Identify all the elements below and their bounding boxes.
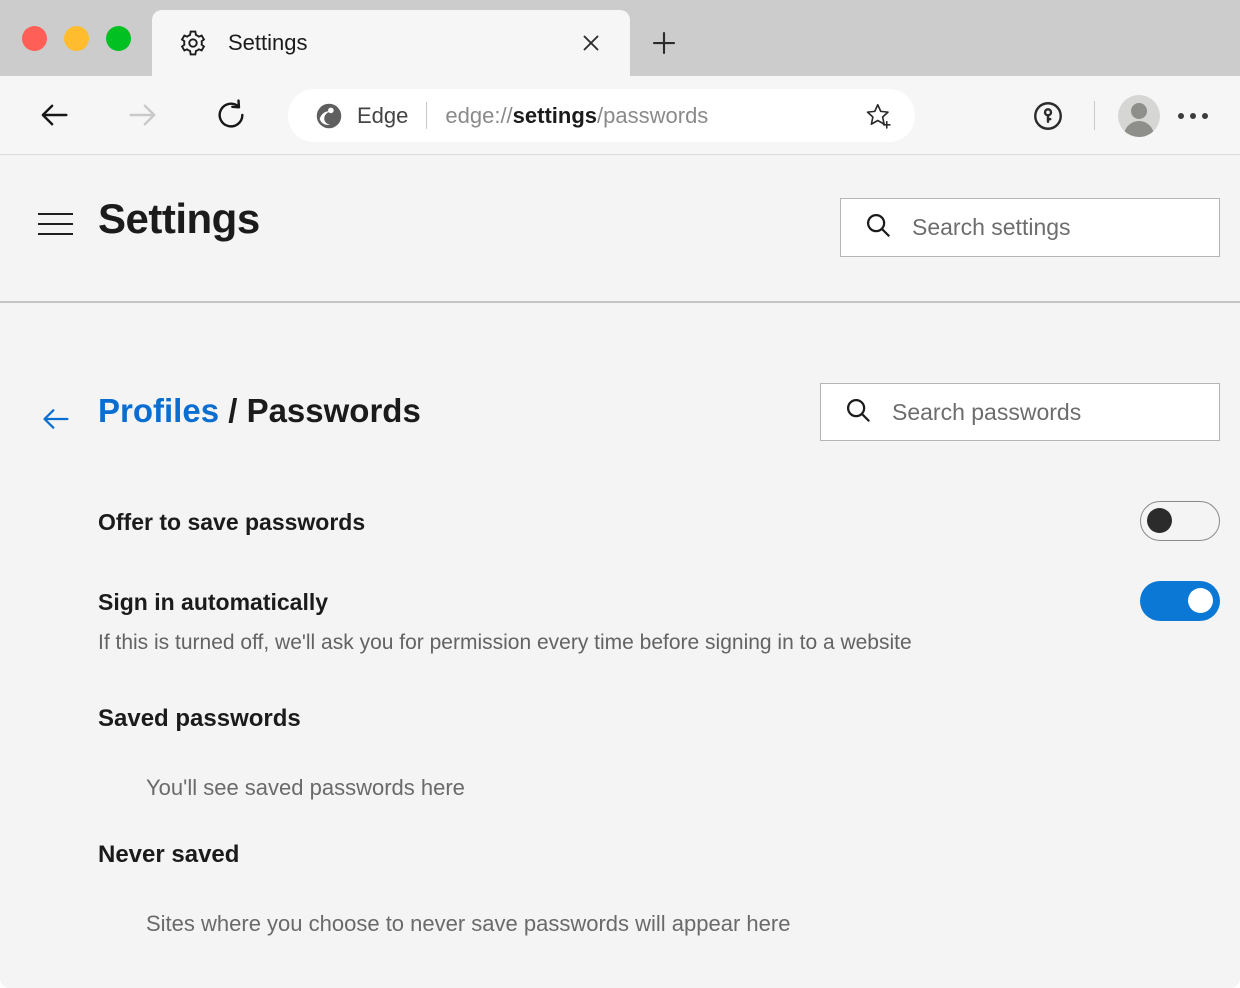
url-text: edge://settings/passwords bbox=[445, 103, 861, 129]
search-passwords-placeholder: Search passwords bbox=[892, 398, 1082, 425]
section-heading-saved-passwords: Saved passwords bbox=[98, 705, 301, 732]
omnibox-brand-label: Edge bbox=[357, 102, 409, 128]
hamburger-icon[interactable] bbox=[38, 209, 73, 239]
section-heading-never-saved: Never saved bbox=[98, 841, 240, 868]
toggle-sign-in-automatically[interactable] bbox=[1140, 581, 1220, 621]
setting-label-offer-to-save: Offer to save passwords bbox=[98, 509, 366, 535]
hamburger-line-1 bbox=[38, 213, 73, 215]
settings-header: Settings Search settings bbox=[0, 156, 1240, 303]
url-host: settings bbox=[512, 102, 598, 128]
omnibox-divider bbox=[426, 102, 428, 129]
search-icon bbox=[843, 395, 873, 430]
search-passwords-input[interactable]: Search passwords bbox=[820, 383, 1220, 441]
gear-icon bbox=[178, 28, 208, 58]
reload-button[interactable] bbox=[205, 89, 257, 141]
section-never-saved: Never saved Sites where you choose to ne… bbox=[0, 841, 1240, 951]
tab-title: Settings bbox=[228, 30, 308, 55]
breadcrumb-parent-link[interactable]: Profiles bbox=[98, 392, 219, 429]
ellipsis-dot-2 bbox=[1190, 112, 1196, 119]
window-controls bbox=[0, 0, 152, 76]
setting-row-sign-in-automatically: Sign in automatically If this is turned … bbox=[0, 579, 1240, 669]
toolbar-divider bbox=[1094, 101, 1095, 130]
browser-window: Settings Edge edge://settings/passwords … bbox=[0, 0, 1240, 988]
empty-state-never-saved: Sites where you choose to never save pas… bbox=[146, 911, 791, 936]
ellipsis-dot-3 bbox=[1202, 112, 1208, 119]
hamburger-line-3 bbox=[38, 233, 73, 235]
toggle-offer-to-save[interactable] bbox=[1140, 501, 1220, 541]
search-settings-input[interactable]: Search settings bbox=[840, 198, 1220, 257]
setting-label-sign-in-automatically: Sign in automatically bbox=[98, 589, 329, 615]
edge-logo-icon bbox=[314, 101, 344, 131]
back-button[interactable] bbox=[29, 89, 81, 141]
section-saved-passwords: Saved passwords You'll see saved passwor… bbox=[0, 705, 1240, 815]
ellipsis-icon[interactable] bbox=[1160, 93, 1226, 139]
toggle-knob bbox=[1147, 508, 1172, 533]
close-window-button[interactable] bbox=[22, 25, 47, 51]
minimize-window-button[interactable] bbox=[64, 25, 89, 51]
search-settings-placeholder: Search settings bbox=[912, 214, 1071, 240]
ellipsis-dot-1 bbox=[1178, 112, 1184, 119]
settings-content: Profiles / Passwords Search passwords Of… bbox=[0, 303, 1240, 988]
search-icon bbox=[863, 210, 893, 245]
setting-row-offer-to-save: Offer to save passwords bbox=[0, 499, 1240, 557]
arrow-left-icon[interactable] bbox=[38, 401, 74, 437]
tab-settings[interactable]: Settings bbox=[152, 10, 630, 76]
forward-button bbox=[116, 89, 168, 141]
close-icon[interactable] bbox=[574, 26, 608, 60]
toggle-knob bbox=[1188, 588, 1213, 613]
new-tab-button[interactable] bbox=[643, 22, 685, 64]
page-title: Settings bbox=[98, 195, 260, 242]
key-circle-icon[interactable] bbox=[1025, 93, 1071, 139]
breadcrumb-current: Passwords bbox=[246, 392, 421, 429]
breadcrumb: Profiles / Passwords bbox=[98, 389, 421, 433]
hamburger-line-2 bbox=[38, 223, 73, 225]
setting-description-sign-in-automatically: If this is turned off, we'll ask you for… bbox=[98, 631, 912, 654]
empty-state-saved-passwords: You'll see saved passwords here bbox=[146, 775, 465, 800]
url-path: /passwords bbox=[597, 102, 709, 128]
maximize-window-button[interactable] bbox=[106, 25, 131, 51]
tab-strip: Settings bbox=[0, 0, 1240, 76]
address-bar[interactable]: Edge edge://settings/passwords bbox=[288, 89, 915, 142]
star-plus-icon[interactable] bbox=[861, 98, 897, 134]
browser-toolbar: Edge edge://settings/passwords bbox=[0, 76, 1240, 155]
url-prefix: edge:// bbox=[445, 102, 513, 128]
breadcrumb-separator: / bbox=[219, 392, 247, 429]
avatar[interactable] bbox=[1118, 94, 1160, 137]
toolbar-right-actions bbox=[1025, 76, 1240, 155]
